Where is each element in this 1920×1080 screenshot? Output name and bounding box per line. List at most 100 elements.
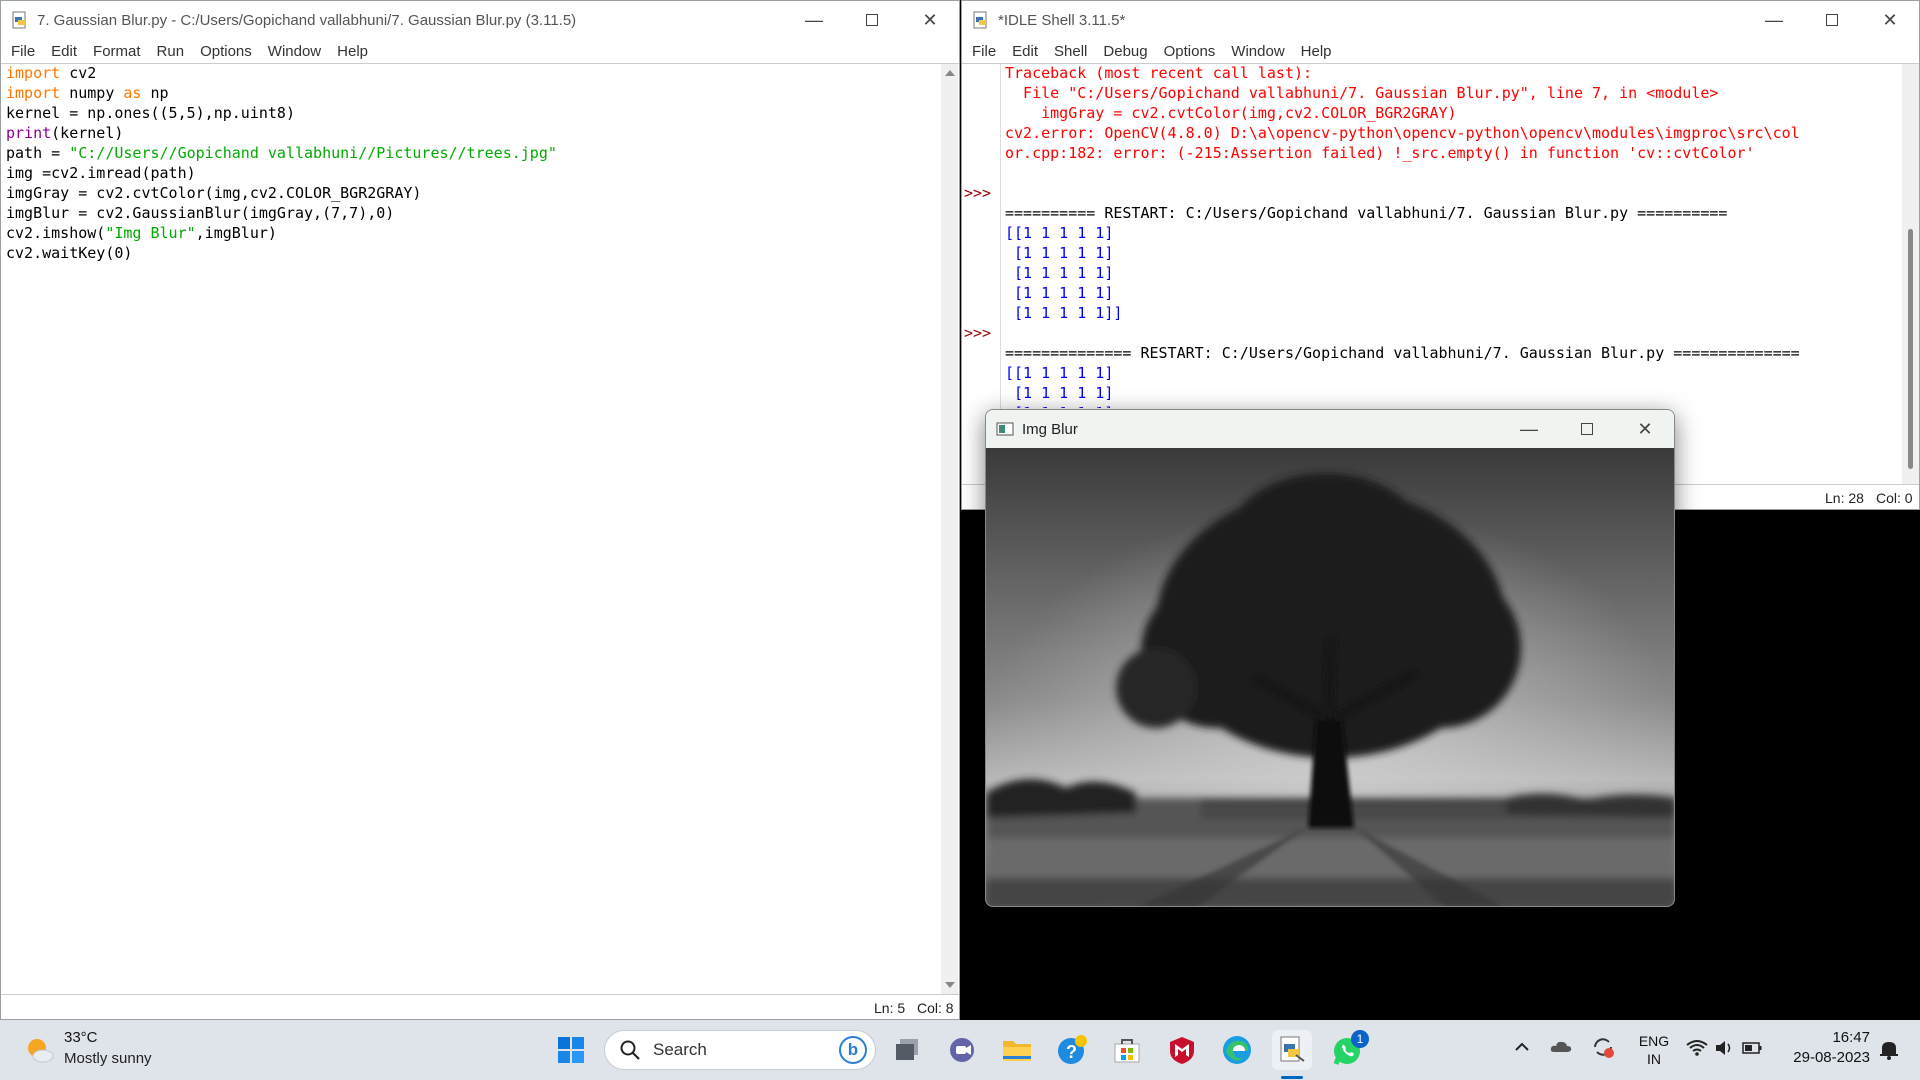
code-token: img =cv2.imread(path) bbox=[6, 164, 196, 182]
minimize-button[interactable]: — bbox=[785, 1, 843, 39]
language-indicator[interactable]: ENG IN bbox=[1636, 1033, 1672, 1067]
maximize-button[interactable] bbox=[1803, 1, 1861, 39]
minimize-button[interactable]: — bbox=[1500, 410, 1558, 448]
battery-icon[interactable] bbox=[1742, 1041, 1762, 1055]
editor-menu-format[interactable]: Format bbox=[85, 43, 149, 60]
img-blur-titlebar[interactable]: Img Blur — ✕ bbox=[986, 410, 1674, 448]
maximize-button[interactable] bbox=[843, 1, 901, 39]
shell-prompt bbox=[964, 143, 1004, 163]
editor-menu-window[interactable]: Window bbox=[260, 43, 329, 60]
editor-text-area[interactable]: import cv2 import numpy as np kernel = np.… bbox=[6, 63, 936, 993]
edge-button[interactable] bbox=[1217, 1030, 1257, 1070]
notification-icon[interactable] bbox=[1878, 1038, 1900, 1060]
weather-desc[interactable]: Mostly sunny bbox=[64, 1050, 152, 1067]
shell-menu-help[interactable]: Help bbox=[1293, 43, 1340, 60]
bing-icon[interactable]: b bbox=[839, 1036, 867, 1064]
chat-button[interactable] bbox=[942, 1030, 982, 1070]
shell-line: [1 1 1 1 1] bbox=[1005, 384, 1114, 402]
shell-prompt bbox=[964, 383, 1004, 403]
maximize-icon bbox=[1581, 423, 1593, 435]
get-help-button[interactable]: ? bbox=[1052, 1030, 1092, 1070]
close-icon: ✕ bbox=[922, 9, 938, 30]
shell-prompt bbox=[964, 123, 1004, 143]
img-blur-title: Img Blur bbox=[1022, 420, 1078, 438]
shell-line: Traceback (most recent call last): bbox=[1005, 64, 1313, 82]
editor-statusbar: Ln: 5 Col: 8 bbox=[1, 994, 959, 1019]
weather-icon[interactable] bbox=[22, 1032, 58, 1068]
edge-icon bbox=[1223, 1036, 1251, 1064]
shell-scrollbar[interactable] bbox=[1902, 64, 1919, 484]
mcafee-button[interactable] bbox=[1162, 1030, 1202, 1070]
shell-prompt bbox=[964, 263, 1004, 283]
scroll-thumb[interactable] bbox=[1908, 229, 1913, 469]
code-token: import bbox=[6, 64, 61, 82]
volume-icon[interactable] bbox=[1714, 1039, 1734, 1057]
shell-title: *IDLE Shell 3.11.5* bbox=[998, 11, 1126, 29]
clock-date: 29-08-2023 bbox=[1793, 1049, 1870, 1066]
shell-menu-file[interactable]: File bbox=[964, 43, 1004, 60]
shell-menu-debug[interactable]: Debug bbox=[1095, 43, 1155, 60]
maximize-button[interactable] bbox=[1558, 410, 1616, 448]
task-view-icon bbox=[896, 1039, 918, 1060]
shell-prompt bbox=[964, 223, 1004, 243]
scroll-up-icon[interactable] bbox=[945, 70, 955, 76]
code-line: imgBlur = cv2.GaussianBlur(imgGray,(7,7)… bbox=[6, 203, 936, 223]
shell-menu-shell[interactable]: Shell bbox=[1046, 43, 1095, 60]
editor-menu-help[interactable]: Help bbox=[329, 43, 376, 60]
idle-python-button[interactable] bbox=[1272, 1030, 1312, 1070]
shell-line: ============== RESTART: C:/Users/Gopicha… bbox=[1005, 344, 1800, 362]
taskbar-search-box[interactable]: Search b bbox=[604, 1030, 876, 1070]
store-button[interactable] bbox=[1107, 1030, 1147, 1070]
weather-temp[interactable]: 33°C bbox=[64, 1029, 98, 1046]
shell-menu-window[interactable]: Window bbox=[1223, 43, 1292, 60]
close-button[interactable]: ✕ bbox=[1861, 1, 1919, 39]
shell-line: [1 1 1 1 1] bbox=[1005, 403, 1895, 408]
shell-menu-edit[interactable]: Edit bbox=[1004, 43, 1046, 60]
editor-scrollbar[interactable] bbox=[941, 64, 958, 994]
img-blur-window: Img Blur — ✕ bbox=[985, 409, 1675, 907]
shell-line: [1 1 1 1 1] bbox=[1005, 244, 1114, 262]
code-line: import cv2 bbox=[6, 63, 936, 83]
scroll-down-icon[interactable] bbox=[945, 982, 955, 988]
editor-menu-options[interactable]: Options bbox=[192, 43, 260, 60]
shell-line-number: Ln: 28 bbox=[1825, 490, 1864, 506]
help-icon: ? bbox=[1058, 1035, 1087, 1064]
editor-menu-edit[interactable]: Edit bbox=[43, 43, 85, 60]
task-view-button[interactable] bbox=[887, 1030, 927, 1070]
shell-menubar: File Edit Shell Debug Options Window Help bbox=[962, 39, 1919, 63]
onedrive-cloud-icon[interactable] bbox=[1549, 1036, 1573, 1056]
code-token: (kernel) bbox=[51, 124, 124, 142]
shell-prompt bbox=[964, 203, 1004, 223]
editor-menubar: File Edit Format Run Options Window Help bbox=[1, 39, 959, 63]
minimize-button[interactable]: — bbox=[1745, 1, 1803, 39]
editor-titlebar[interactable]: 7. Gaussian Blur.py - C:/Users/Gopichand… bbox=[1, 1, 959, 39]
blurred-tree-image bbox=[986, 448, 1674, 906]
taskbar: 33°C Mostly sunny Search b ? 1 ENG IN 16… bbox=[0, 1020, 1920, 1080]
shell-prompt bbox=[964, 303, 1004, 323]
code-token: cv2 bbox=[60, 64, 97, 82]
shell-prompt: >>> bbox=[964, 184, 992, 202]
shell-line: or.cpp:182: error: (-215:Assertion faile… bbox=[1005, 144, 1755, 162]
editor-menu-file[interactable]: File bbox=[3, 43, 43, 60]
wifi-icon[interactable] bbox=[1686, 1039, 1708, 1057]
show-hidden-icons-chevron-icon[interactable] bbox=[1513, 1038, 1531, 1056]
code-token: "Img Blur" bbox=[105, 224, 196, 242]
clock[interactable]: 16:47 29-08-2023 bbox=[1780, 1029, 1870, 1066]
code-line: kernel = np.ones((5,5),np.uint8) bbox=[6, 103, 936, 123]
shell-menu-options[interactable]: Options bbox=[1156, 43, 1224, 60]
editor-menu-run[interactable]: Run bbox=[149, 43, 193, 60]
shell-prompt-gutter: >>> >>> bbox=[964, 63, 1004, 408]
maximize-icon bbox=[866, 14, 878, 26]
close-button[interactable]: ✕ bbox=[901, 1, 959, 39]
code-token: cv2.waitKey(0) bbox=[6, 244, 133, 262]
shell-line: cv2.error: OpenCV(4.8.0) D:\a\opencv-pyt… bbox=[1005, 124, 1800, 142]
close-button[interactable]: ✕ bbox=[1616, 410, 1674, 448]
shell-titlebar[interactable]: *IDLE Shell 3.11.5* — ✕ bbox=[962, 1, 1919, 39]
shell-output-area[interactable]: Traceback (most recent call last): File … bbox=[1005, 63, 1895, 408]
python-shell-icon bbox=[972, 11, 990, 29]
file-explorer-button[interactable] bbox=[997, 1030, 1037, 1070]
language-region: IN bbox=[1647, 1051, 1661, 1067]
start-button[interactable] bbox=[551, 1030, 591, 1070]
sync-icon[interactable] bbox=[1590, 1034, 1616, 1060]
